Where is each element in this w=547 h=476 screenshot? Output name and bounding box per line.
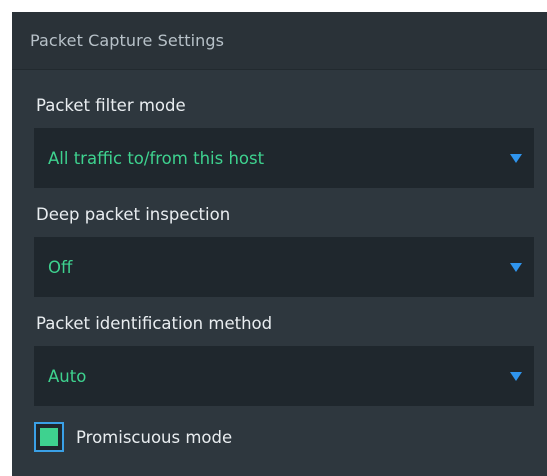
panel-header: Packet Capture Settings (12, 12, 547, 70)
promiscuous-mode-checkbox[interactable] (34, 422, 64, 452)
deep-packet-inspection-value: Off (48, 257, 73, 277)
deep-packet-inspection-select[interactable]: Off (34, 237, 534, 297)
packet-filter-mode-label: Packet filter mode (36, 96, 186, 115)
packet-capture-settings-panel: Packet Capture Settings Packet filter mo… (12, 12, 547, 476)
promiscuous-mode-label: Promiscuous mode (76, 427, 233, 447)
packet-identification-method-select[interactable]: Auto (34, 346, 534, 406)
promiscuous-mode-row[interactable]: Promiscuous mode (34, 422, 232, 452)
chevron-down-icon (510, 154, 522, 163)
chevron-down-icon (510, 263, 522, 272)
packet-filter-mode-value: All traffic to/from this host (48, 148, 265, 168)
deep-packet-inspection-label: Deep packet inspection (36, 205, 231, 224)
packet-identification-method-label: Packet identification method (36, 314, 273, 333)
checkbox-checked-icon (40, 428, 58, 446)
packet-identification-method-value: Auto (48, 366, 87, 386)
panel-title: Packet Capture Settings (30, 31, 225, 50)
chevron-down-icon (510, 372, 522, 381)
packet-filter-mode-select[interactable]: All traffic to/from this host (34, 128, 534, 188)
